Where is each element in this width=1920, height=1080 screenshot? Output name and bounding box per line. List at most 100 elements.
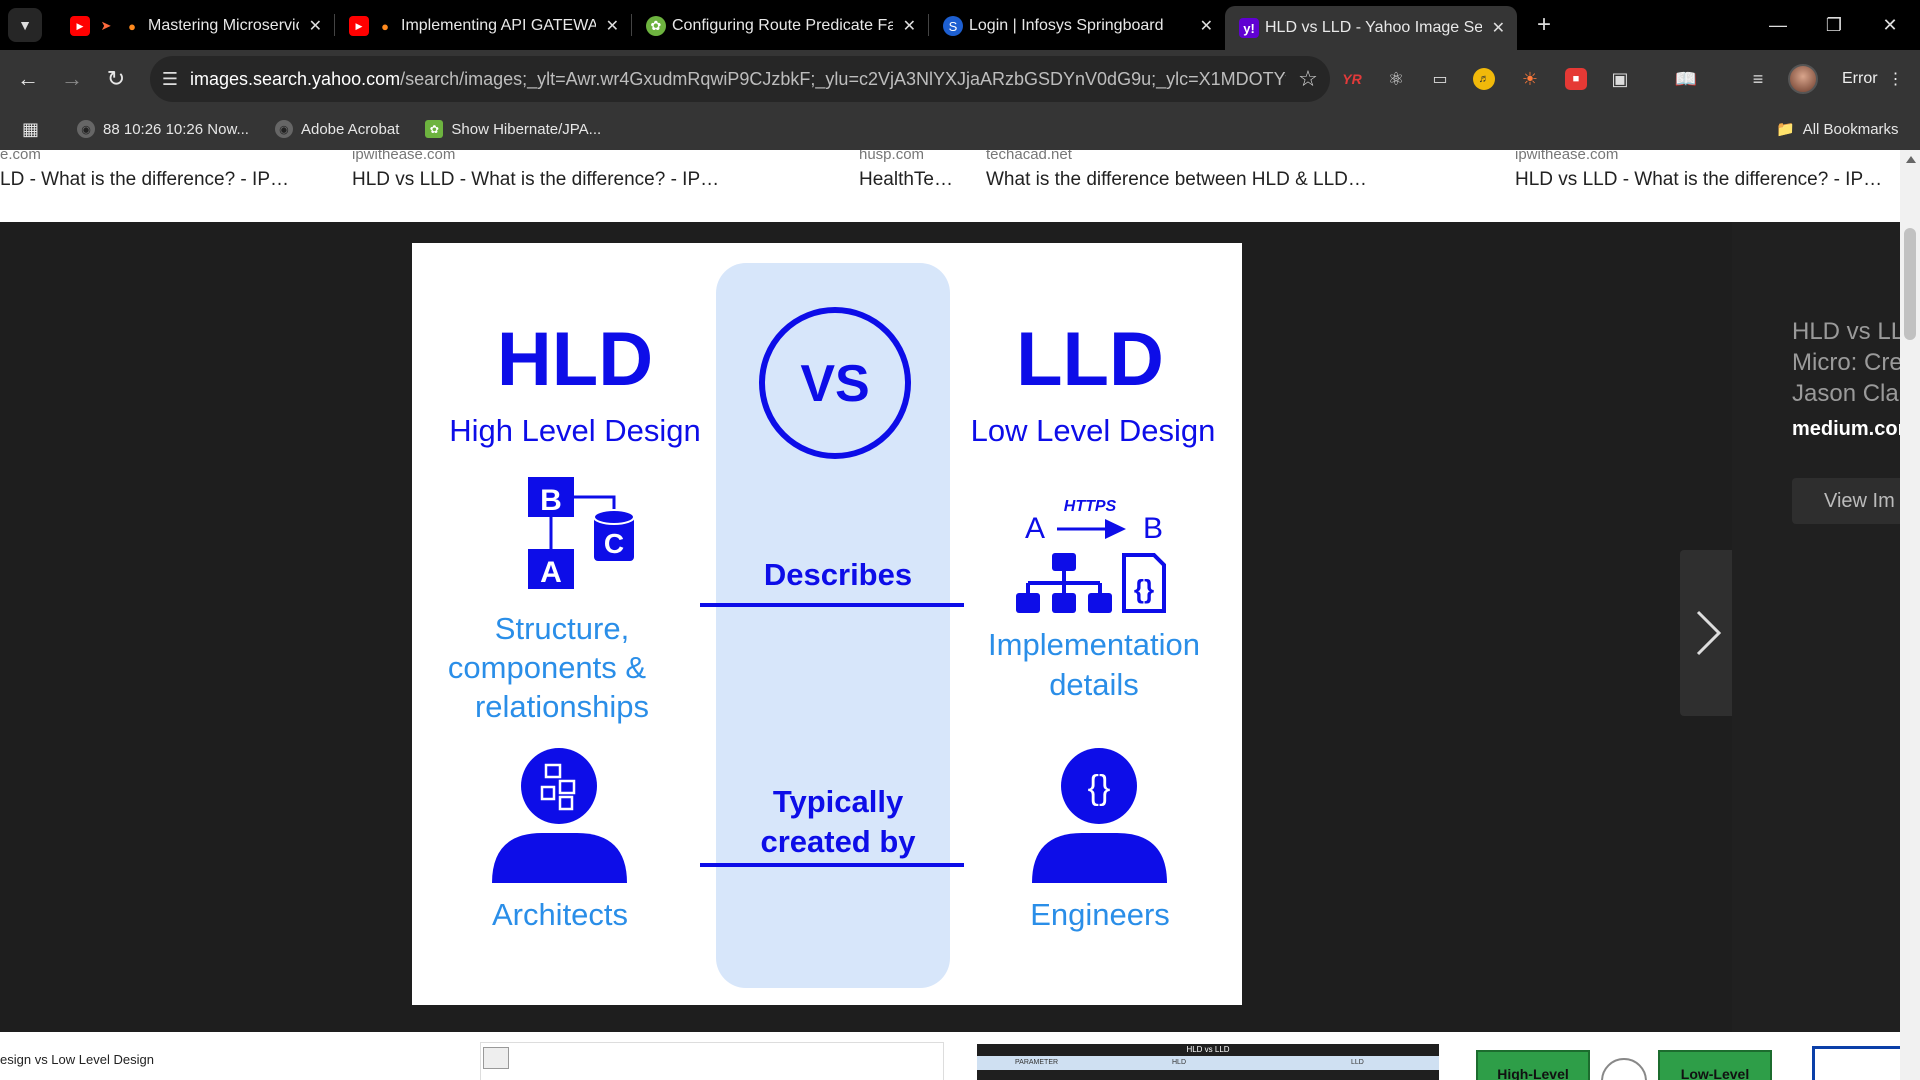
thumbnail-label: High-Level <box>1497 1066 1569 1080</box>
bookmark-item[interactable]: ◉ 88 10:26 10:26 Now... <box>77 120 249 138</box>
bookmark-label: Adobe Acrobat <box>300 120 400 138</box>
red-extension-icon: ■ <box>1565 68 1587 90</box>
url-text[interactable]: images.search.yahoo.com/search/images;_y… <box>190 69 1286 90</box>
extensions-button[interactable]: ▣ <box>1598 50 1642 108</box>
minimize-button[interactable]: — <box>1750 0 1806 50</box>
thumbnail-table-title: HLD vs LLD <box>1186 1045 1230 1054</box>
reading-mode-button[interactable]: 📖 <box>1664 50 1708 108</box>
related-results-strip: e.com LD - What is the difference? - IP… … <box>0 150 1900 222</box>
thumbnail-broken-image[interactable] <box>480 1042 944 1080</box>
close-icon[interactable]: ✕ <box>1492 18 1505 38</box>
close-icon[interactable]: ✕ <box>606 16 619 36</box>
scroll-up-arrow-icon[interactable] <box>1906 156 1916 163</box>
site-info-icon[interactable]: ☰ <box>150 69 190 90</box>
profile-avatar[interactable] <box>1788 64 1818 94</box>
extension-react[interactable]: ⚛ <box>1374 50 1418 108</box>
thumbnail-comparison-table[interactable]: HLD vs LLD PARAMETER HLD LLD <box>977 1044 1439 1080</box>
extension-yr[interactable]: YR <box>1330 50 1374 108</box>
thumbnail-strip: esign vs Low Level Design HLD vs LLD PAR… <box>0 1032 1900 1080</box>
tab-implementing-api-gateway[interactable]: ▶ ● Implementing API GATEWAY ✕ <box>335 6 631 46</box>
spring-icon: ✿ <box>425 120 444 138</box>
back-button[interactable]: ← <box>6 57 50 101</box>
arrow-left-icon: ← <box>17 66 39 91</box>
extension-speaker[interactable]: ♬ <box>1462 50 1506 108</box>
extension-red[interactable]: ■ <box>1554 50 1598 108</box>
all-bookmarks-button[interactable]: 📁 All Bookmarks <box>1776 120 1899 139</box>
created-by-line1: Typically <box>773 784 904 819</box>
architects-label: Architects <box>492 897 628 932</box>
reload-button[interactable]: ↻ <box>94 57 138 101</box>
plus-icon: + <box>1536 11 1551 38</box>
bookmark-item[interactable]: ◉ Adobe Acrobat <box>274 120 400 138</box>
result-title[interactable]: What is the difference between HLD & LLD… <box>986 169 1367 191</box>
thumbnail-low-level[interactable]: Low-Level <box>1658 1050 1772 1080</box>
tab-title: Login | Infosys Springboard <box>969 17 1164 34</box>
media-controls-button[interactable]: ≡ <box>1736 50 1780 108</box>
close-icon[interactable]: ✕ <box>903 16 916 36</box>
profile-error-button[interactable]: Error ⋮ <box>1830 62 1916 96</box>
tab-hld-vs-lld-yahoo[interactable]: y! HLD vs LLD - Yahoo Image Sear ✕ <box>1225 6 1517 50</box>
close-icon: ✕ <box>1882 14 1898 35</box>
bookmark-label: Show Hibernate/JPA... <box>451 120 602 138</box>
sun-icon: ☀ <box>1521 68 1539 89</box>
image-source-domain[interactable]: medium.com <box>1792 418 1900 441</box>
result-source: husp.com <box>859 150 925 163</box>
tab-infosys-springboard[interactable]: S Login | Infosys Springboard ✕ <box>929 6 1225 46</box>
forward-button[interactable]: → <box>50 57 94 101</box>
result-item[interactable]: husp.com HealthTe… <box>859 150 953 191</box>
extension-gamepad[interactable]: ▭ <box>1418 50 1462 108</box>
thumbnail-caption[interactable]: esign vs Low Level Design <box>0 1052 154 1067</box>
page-scrollbar[interactable] <box>1900 150 1920 1080</box>
extension-dark-mode[interactable]: ☀ <box>1508 50 1552 108</box>
view-image-button[interactable]: View Im <box>1792 478 1900 524</box>
hld-describes-line2: components & <box>448 650 646 685</box>
result-item[interactable]: ipwithease.com HLD vs LLD - What is the d… <box>352 150 719 191</box>
tab-search-button[interactable]: ▼ <box>8 8 42 42</box>
gamepad-icon: ▭ <box>1432 71 1448 88</box>
braces-label: {} <box>1134 574 1154 604</box>
tab-mastering-microservices[interactable]: ▶ ➤ ● Mastering Microservices ✕ <box>56 6 334 46</box>
youtube-icon: ▶ <box>70 16 90 36</box>
yr-extension-icon: YR <box>1342 71 1362 87</box>
close-window-button[interactable]: ✕ <box>1862 0 1918 50</box>
result-item[interactable]: e.com LD - What is the difference? - IP… <box>0 150 289 191</box>
result-title[interactable]: HLD vs LLD - What is the difference? - I… <box>1515 169 1882 191</box>
profile-error-label: Error <box>1842 70 1878 87</box>
playlist-icon: ≡ <box>1752 68 1764 89</box>
restore-icon: ❐ <box>1825 14 1843 35</box>
apps-button[interactable]: ▦ <box>22 119 39 140</box>
reload-icon: ↻ <box>106 66 126 91</box>
result-title[interactable]: HLD vs LLD - What is the difference? - I… <box>352 169 719 191</box>
hld-vs-lld-image[interactable]: VS HLD High Level Design LLD Low Level D… <box>412 243 1242 1005</box>
new-tab-button[interactable]: + <box>1529 11 1559 39</box>
thumbnail-table-col: LLD <box>1351 1059 1364 1066</box>
result-title[interactable]: LD - What is the difference? - IP… <box>0 169 289 191</box>
result-item[interactable]: ipwithease.com HLD vs LLD - What is the d… <box>1515 150 1882 191</box>
next-image-button[interactable] <box>1680 550 1736 716</box>
tab-configuring-route-predicate[interactable]: ✿ Configuring Route Predicate Fa ✕ <box>632 6 928 46</box>
arrow-right-icon: → <box>61 66 83 91</box>
restore-button[interactable]: ❐ <box>1806 0 1862 50</box>
apps-grid-icon: ▦ <box>22 118 40 139</box>
atom-icon: ⚛ <box>1387 68 1405 89</box>
scroll-thumb[interactable] <box>1904 228 1916 340</box>
engineers-label: Engineers <box>1030 897 1170 932</box>
spring-icon: ✿ <box>646 16 666 36</box>
image-info-title-line: HLD vs LLD <box>1792 318 1900 345</box>
more-menu-icon[interactable]: ⋮ <box>1888 69 1904 89</box>
bookmark-item[interactable]: ✿ Show Hibernate/JPA... <box>425 120 601 138</box>
thumbnail-high-level[interactable]: High-Level <box>1476 1050 1590 1080</box>
thumbnail-blue-frame[interactable] <box>1812 1046 1900 1080</box>
close-icon[interactable]: ✕ <box>309 16 322 36</box>
result-source: ipwithease.com <box>1515 150 1619 163</box>
flow-b-label: B <box>1143 512 1163 545</box>
browser-toolbar: ← → ↻ ☰ images.search.yahoo.com/search/i… <box>0 50 1920 108</box>
close-icon[interactable]: ✕ <box>1200 16 1213 36</box>
result-title[interactable]: HealthTe… <box>859 169 953 191</box>
bookmark-star-icon[interactable]: ☆ <box>1286 66 1330 92</box>
image-info-title[interactable]: HLD vs LLD Micro: Cre Jason Cla <box>1792 316 1900 409</box>
hld-vs-lld-diagram: VS HLD High Level Design LLD Low Level D… <box>448 263 1215 988</box>
result-item[interactable]: techacad.net What is the difference betwe… <box>986 150 1367 191</box>
all-bookmarks-label: All Bookmarks <box>1802 120 1899 138</box>
address-bar[interactable]: ☰ images.search.yahoo.com/search/images;… <box>150 56 1330 102</box>
